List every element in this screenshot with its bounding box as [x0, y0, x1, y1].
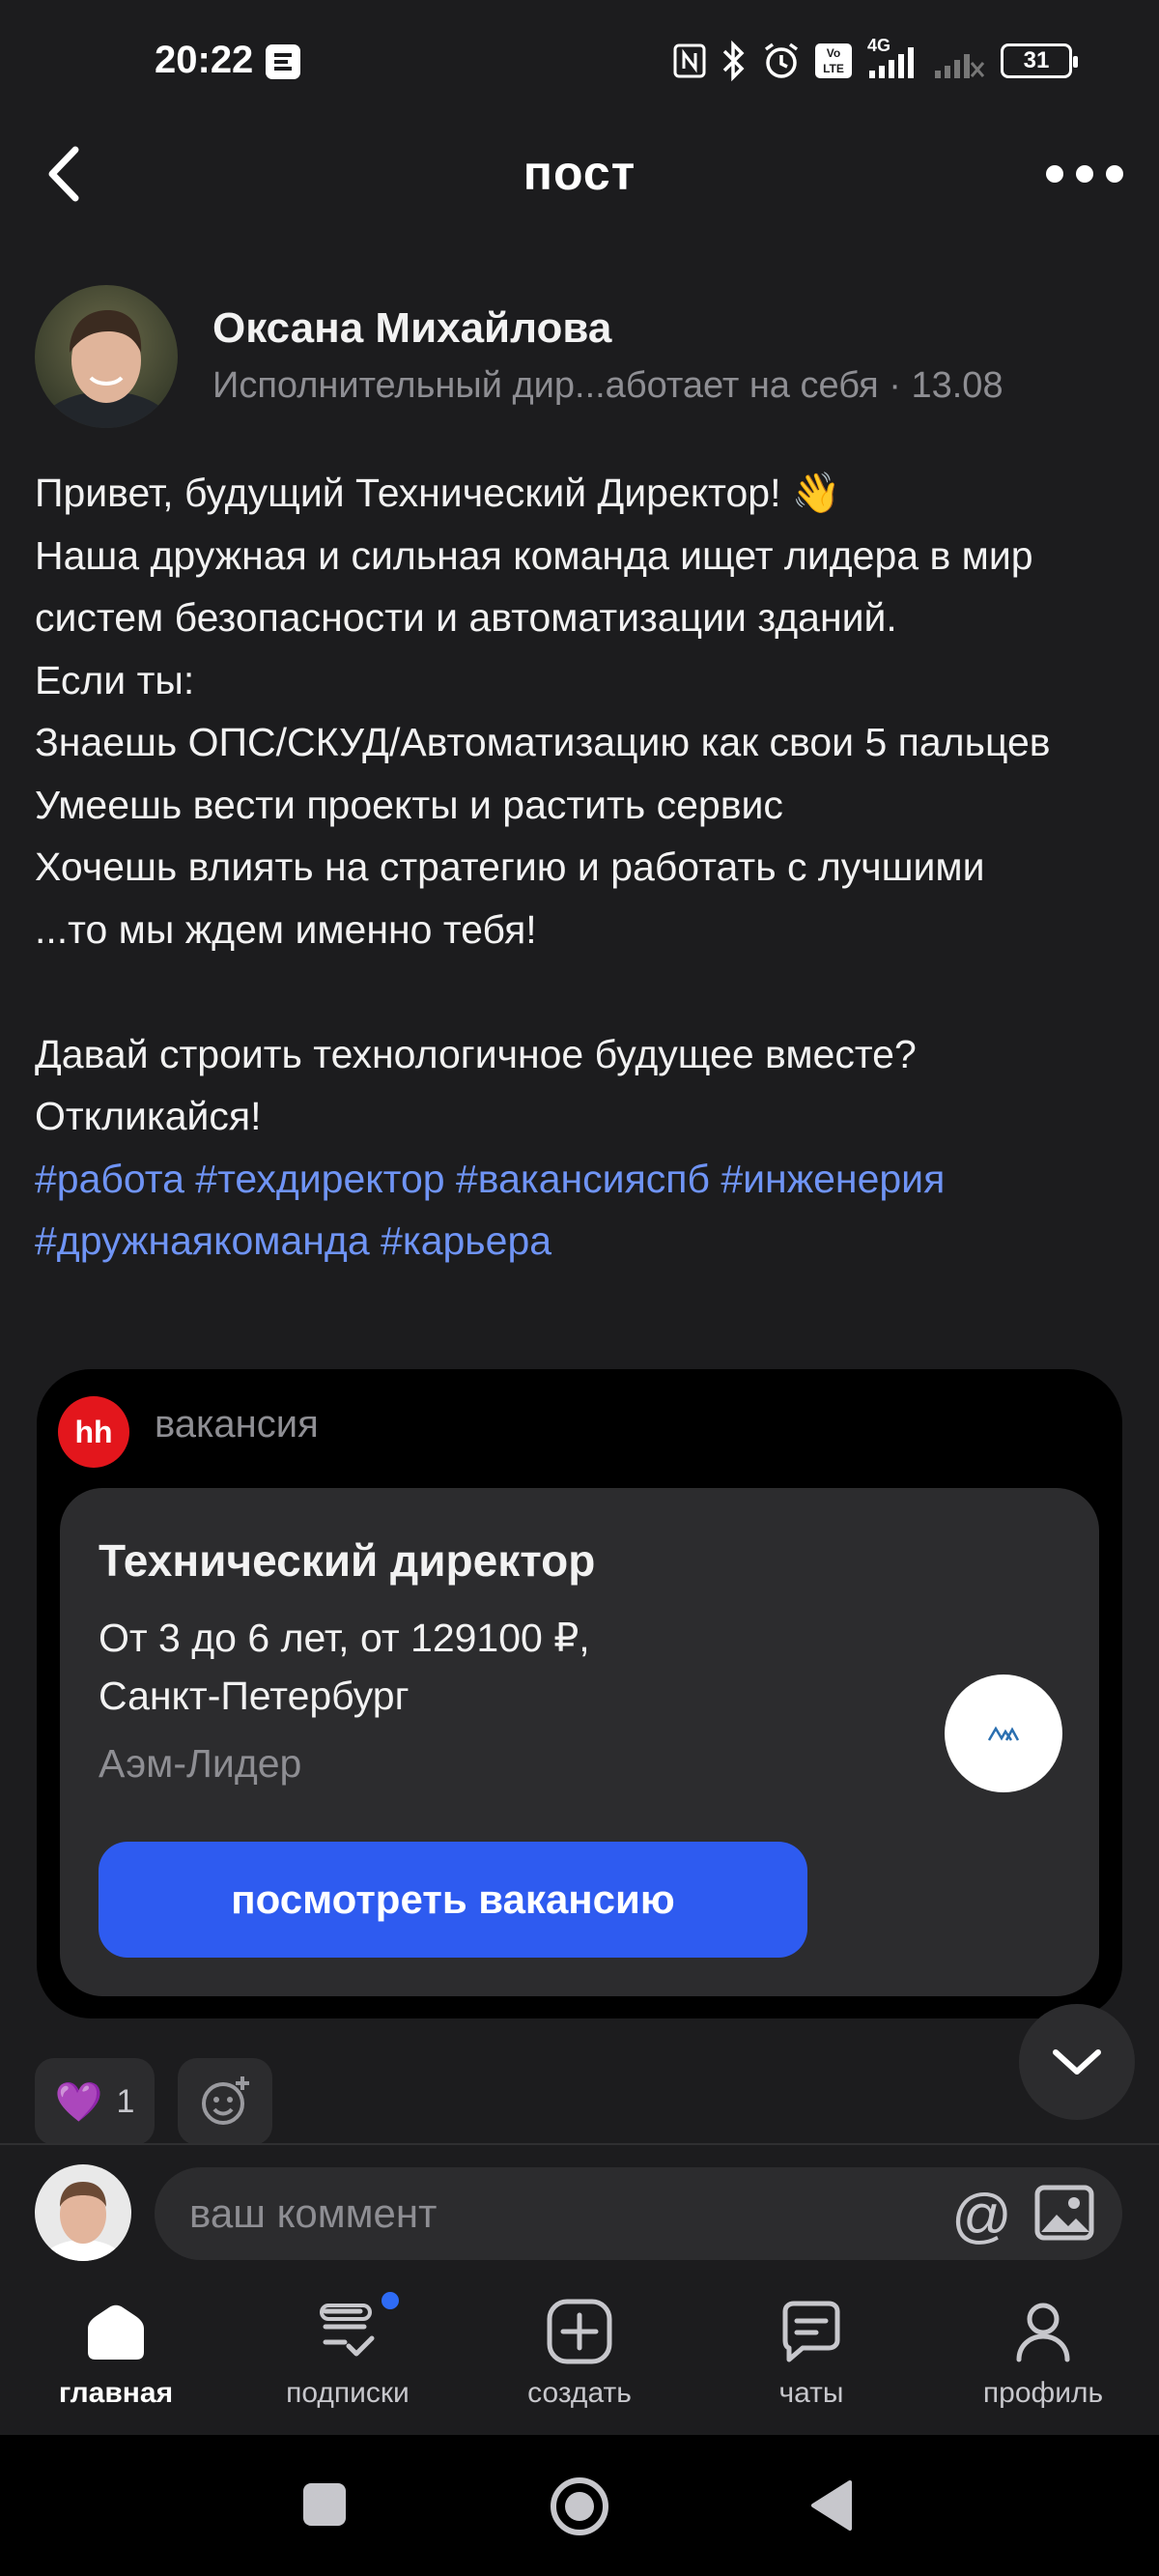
nav-profile-label: профиль	[982, 2377, 1104, 2409]
reaction-heart[interactable]: 💜 1	[35, 2058, 155, 2145]
nav-create[interactable]: создать	[483, 2298, 676, 2410]
scroll-down-button[interactable]	[1019, 2004, 1135, 2120]
nav-subscriptions[interactable]: подписки	[251, 2298, 444, 2410]
nfc-icon	[673, 43, 706, 78]
purple-heart-icon: 💜	[54, 2080, 103, 2124]
user-avatar[interactable]	[35, 2164, 131, 2261]
post-line: ...то мы ждем именно тебя!	[35, 906, 537, 952]
page-title: пост	[523, 146, 636, 200]
new-content-badge	[382, 2292, 399, 2309]
nav-chats[interactable]: чаты	[715, 2298, 908, 2410]
post-line: Наша дружная и сильная команда ищет лиде…	[35, 532, 1033, 641]
post-line: Знаешь ОПС/СКУД/Автоматизацию как свои 5…	[35, 720, 1051, 764]
battery-icon: 31	[1001, 43, 1078, 78]
vacancy-company: Аэм-Лидер	[99, 1741, 302, 1786]
vacancy-tag: вакансия	[155, 1403, 319, 1445]
nav-home[interactable]: главная	[19, 2298, 212, 2410]
profile-icon	[1016, 2303, 1070, 2362]
reaction-count: 1	[116, 2082, 135, 2120]
mention-button[interactable]: @	[951, 2182, 1012, 2250]
home-icon	[88, 2304, 144, 2360]
back-system-button[interactable]	[807, 2478, 856, 2533]
notification-icon	[266, 44, 300, 79]
alarm-icon	[764, 43, 799, 78]
status-time: 20:22	[155, 39, 254, 81]
bluetooth-icon	[722, 40, 745, 82]
post-line: Хочешь влиять на стратегию и работать с …	[35, 844, 985, 889]
company-logo	[945, 1674, 1062, 1792]
add-reaction-button[interactable]	[178, 2058, 272, 2145]
chevron-down-icon	[1053, 2049, 1101, 2075]
attach-image-button[interactable]	[1033, 2182, 1095, 2248]
post-line: Откликайся!	[35, 1094, 262, 1138]
view-vacancy-button[interactable]: посмотреть вакансию	[99, 1842, 807, 1958]
vacancy-title: Технический директор	[99, 1535, 596, 1586]
author-name[interactable]: Оксана Михайлова	[212, 304, 611, 353]
post-line: Давай строить технологичное будущее вмес…	[35, 1031, 917, 1076]
home-system-button[interactable]	[549, 2476, 610, 2537]
image-icon	[1034, 2185, 1094, 2241]
nav-profile[interactable]: профиль	[947, 2298, 1140, 2410]
post-line: Если ты:	[35, 657, 195, 702]
status-icons: Vo LTE 4G 31	[672, 36, 1078, 83]
plus-square-icon	[547, 2299, 612, 2364]
post-line: Умеешь вести проекты и растить сервис	[35, 782, 783, 827]
nav-create-label: создать	[527, 2377, 632, 2409]
network-type: 4G	[867, 36, 891, 55]
post-line: Привет, будущий Технический Директор! 👋	[35, 471, 841, 515]
post-body: Привет, будущий Технический Директор! 👋 …	[35, 462, 1126, 1273]
author-meta: Исполнительный дир...аботает на себя · 1…	[212, 365, 1004, 406]
volte-icon: Vo LTE	[815, 43, 852, 78]
add-emoji-icon	[202, 2076, 249, 2125]
signal-icon-1: 4G	[865, 36, 919, 80]
nav-subscriptions-label: подписки	[286, 2377, 410, 2409]
back-triangle-icon	[811, 2480, 852, 2531]
nav-chats-label: чаты	[778, 2377, 844, 2409]
post-hashtags[interactable]: #работа #техдиректор #вакансияспб #инжен…	[35, 1148, 1126, 1273]
nav-home-label: главная	[58, 2377, 174, 2409]
chat-bubble-icon	[782, 2301, 840, 2362]
subscriptions-icon	[320, 2304, 375, 2357]
author-avatar[interactable]	[35, 285, 178, 428]
more-button[interactable]	[1043, 155, 1126, 193]
more-dots-icon	[1046, 165, 1123, 183]
vacancy-conditions: От 3 до 6 лет, от 129100 ₽, Санкт-Петерб…	[99, 1616, 590, 1718]
home-circle-icon	[551, 2477, 608, 2535]
signal-icon-2	[935, 54, 985, 78]
hh-logo: hh	[58, 1396, 129, 1468]
recents-button[interactable]	[303, 2483, 346, 2526]
